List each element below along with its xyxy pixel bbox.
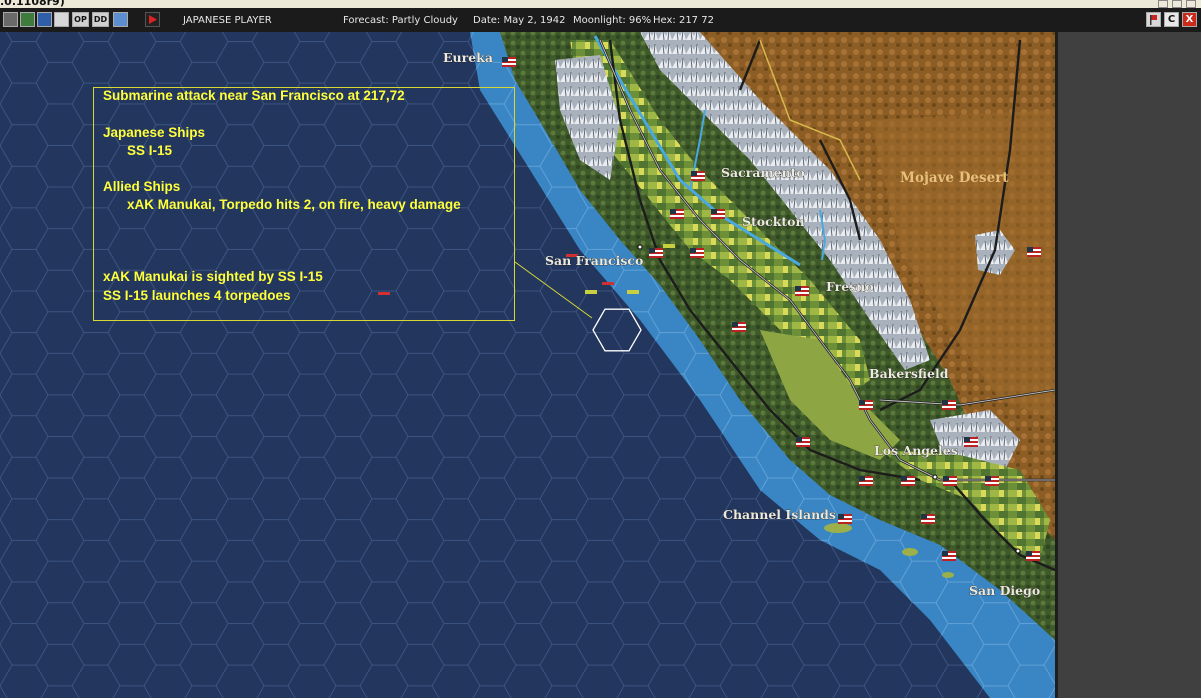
side-panel — [1055, 32, 1201, 698]
city-label-sacramento[interactable]: Sacramento — [721, 165, 805, 181]
player-label: JAPANESE PLAYER — [183, 15, 272, 26]
city-label-san-diego[interactable]: San Diego — [969, 583, 1041, 599]
window-icon[interactable] — [113, 12, 128, 27]
c-button[interactable]: C — [1164, 12, 1179, 27]
allied-flag-icon[interactable] — [942, 400, 956, 410]
globe-icon[interactable] — [20, 12, 35, 27]
report-title: Submarine attack near San Francisco at 2… — [103, 88, 405, 103]
end-turn-icon[interactable] — [145, 12, 160, 27]
allied-flag-icon[interactable] — [901, 476, 915, 486]
forecast-label: Forecast: Partly Cloudy — [343, 15, 458, 26]
allied-flag-icon[interactable] — [838, 514, 852, 524]
moonlight-label: Moonlight: 96% — [573, 15, 652, 26]
top-toolbar: OP DD JAPANESE PLAYER Forecast: Partly C… — [0, 8, 1201, 32]
window-close-button[interactable] — [1186, 0, 1196, 8]
window-title: .0.1108r9) — [0, 0, 65, 8]
allied-flag-icon[interactable] — [942, 551, 956, 561]
minimize-button[interactable] — [1158, 0, 1168, 8]
allied-flag-icon[interactable] — [943, 476, 957, 486]
window-titlebar: .0.1108r9) — [0, 0, 1201, 8]
city-label-los-angeles[interactable]: Los Angeles — [874, 443, 958, 459]
allied-flag-icon[interactable] — [921, 514, 935, 524]
report-event: SS I-15 launches 4 torpedoes — [103, 288, 291, 303]
japanese-ship-entry: SS I-15 — [127, 143, 173, 158]
allied-ship-entry: xAK Manukai, Torpedo hits 2, on fire, he… — [127, 197, 461, 212]
city-label-channel-islands[interactable]: Channel Islands — [723, 507, 837, 523]
flag-toggle-icon[interactable] — [1146, 12, 1161, 27]
region-label-mojave-desert: Mojave Desert — [900, 170, 1009, 186]
allied-flag-icon[interactable] — [795, 286, 809, 296]
allied-ships-header: Allied Ships — [103, 179, 181, 194]
allied-flag-icon[interactable] — [859, 400, 873, 410]
report-event: xAK Manukai is sighted by SS I-15 — [103, 269, 323, 284]
city-label-stockton[interactable]: Stockton — [742, 214, 805, 230]
allied-flag-icon[interactable] — [1026, 551, 1040, 561]
allied-flag-icon[interactable] — [964, 437, 978, 447]
allied-flag-icon[interactable] — [796, 437, 810, 447]
combat-report-panel[interactable]: Submarine attack near San Francisco at 2… — [93, 87, 515, 321]
allied-flag-icon[interactable] — [985, 476, 999, 486]
allied-flag-icon[interactable] — [502, 57, 516, 67]
map-icon[interactable] — [54, 12, 69, 27]
allied-flag-icon[interactable] — [649, 248, 663, 258]
allied-flag-icon[interactable] — [859, 476, 873, 486]
allied-flag-icon[interactable] — [732, 322, 746, 332]
city-label-bakersfield[interactable]: Bakersfield — [869, 366, 949, 382]
allied-flag-icon[interactable] — [670, 209, 684, 219]
allied-flag-icon[interactable] — [690, 248, 704, 258]
dd-button[interactable]: DD — [92, 12, 109, 27]
city-label-eureka[interactable]: Eureka — [443, 50, 494, 66]
city-label-fresno[interactable]: Fresno — [826, 279, 874, 295]
city-label-san-francisco[interactable]: San Francisco — [545, 253, 644, 269]
maximize-button[interactable] — [1172, 0, 1182, 8]
op-button[interactable]: OP — [72, 12, 89, 27]
allied-flag-icon[interactable] — [1027, 247, 1041, 257]
allied-flag-icon[interactable] — [711, 209, 725, 219]
allied-flag-icon[interactable] — [691, 171, 705, 181]
exit-icon[interactable] — [3, 12, 18, 27]
date-label: Date: May 2, 1942 — [473, 15, 566, 26]
close-icon[interactable]: X — [1182, 12, 1197, 27]
settings-icon[interactable] — [37, 12, 52, 27]
hex-label: Hex: 217 72 — [653, 15, 714, 26]
japanese-ships-header: Japanese Ships — [103, 125, 206, 140]
